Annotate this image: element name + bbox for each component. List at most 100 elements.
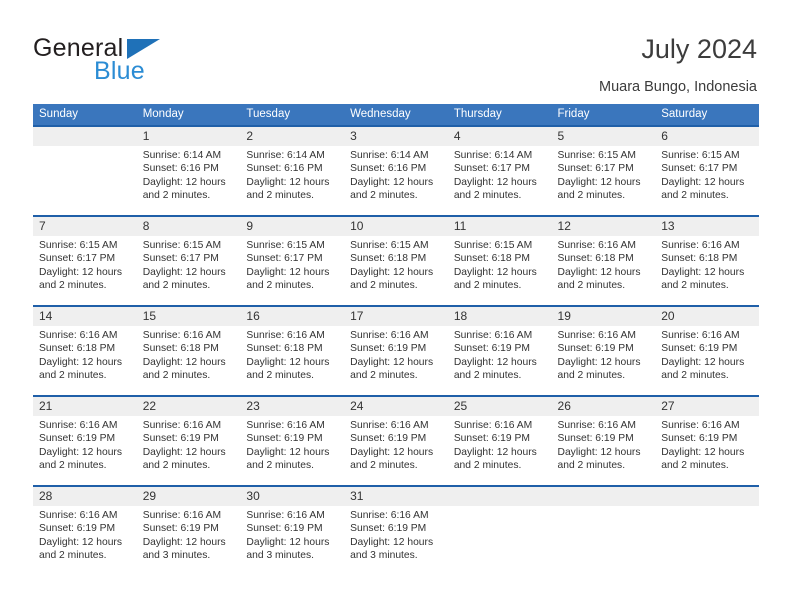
calendar-day-cell[interactable]: 30 Sunrise: 6:16 AM Sunset: 6:19 PM Dayligh… bbox=[240, 485, 345, 565]
sunset-time: Sunset: 6:16 PM bbox=[142, 163, 219, 175]
day-sun-info: Sunrise: 6:16 AM Sunset: 6:19 PM Daylight:… bbox=[137, 506, 241, 563]
sunrise-time: Sunrise: 6:16 AM bbox=[453, 330, 533, 341]
sunset-time: Sunset: 6:19 PM bbox=[350, 433, 427, 445]
calendar-page: General Blue July 2024 Muara Bungo, Indo… bbox=[0, 0, 792, 612]
calendar-body: 1 Sunrise: 6:14 AM Sunset: 6:16 PM Daylight… bbox=[33, 125, 759, 565]
calendar-day-cell[interactable]: 17 Sunrise: 6:16 AM Sunset: 6:19 PM Dayligh… bbox=[344, 305, 448, 396]
sunset-time: Sunset: 6:17 PM bbox=[39, 253, 116, 265]
weekday-header-thursday: Thursday bbox=[447, 104, 552, 126]
calendar-day-cell[interactable]: 8 Sunrise: 6:15 AM Sunset: 6:17 PM Daylight… bbox=[136, 215, 241, 306]
calendar-day-cell[interactable]: 21 Sunrise: 6:16 AM Sunset: 6:19 PM Dayligh… bbox=[33, 395, 137, 486]
calendar-day-cell[interactable]: 29 Sunrise: 6:16 AM Sunset: 6:19 PM Dayligh… bbox=[136, 485, 241, 565]
sunrise-time: Sunrise: 6:16 AM bbox=[661, 240, 740, 251]
sunrise-time: Sunrise: 6:16 AM bbox=[350, 330, 429, 341]
calendar-day-cell[interactable]: 2 Sunrise: 6:14 AM Sunset: 6:16 PM Daylight… bbox=[240, 125, 345, 216]
weekday-header-tuesday: Tuesday bbox=[240, 104, 345, 126]
daylight-duration-cont: and 2 minutes. bbox=[246, 190, 314, 202]
sunrise-time: Sunrise: 6:15 AM bbox=[661, 150, 740, 161]
day-sun-info: Sunrise: 6:16 AM Sunset: 6:19 PM Daylight:… bbox=[448, 416, 552, 473]
calendar-day-cell[interactable]: 18 Sunrise: 6:16 AM Sunset: 6:19 PM Dayligh… bbox=[447, 305, 552, 396]
day-sun-info: Sunrise: 6:16 AM Sunset: 6:18 PM Daylight:… bbox=[655, 236, 759, 293]
sunrise-time: Sunrise: 6:15 AM bbox=[350, 240, 429, 251]
sunset-time: Sunset: 6:19 PM bbox=[661, 433, 738, 445]
calendar-day-cell[interactable]: 3 Sunrise: 6:14 AM Sunset: 6:16 PM Daylight… bbox=[344, 125, 448, 216]
calendar-day-cell[interactable]: 31 Sunrise: 6:16 AM Sunset: 6:19 PM Dayligh… bbox=[344, 485, 448, 565]
daylight-duration-cont: and 2 minutes. bbox=[350, 460, 418, 472]
daylight-duration: Daylight: 12 hours bbox=[350, 266, 434, 278]
day-sun-info: Sunrise: 6:16 AM Sunset: 6:19 PM Daylight:… bbox=[552, 326, 656, 383]
daylight-duration: Daylight: 12 hours bbox=[557, 176, 641, 188]
day-number: 1 bbox=[136, 127, 241, 146]
calendar-day-cell[interactable]: 27 Sunrise: 6:16 AM Sunset: 6:19 PM Dayligh… bbox=[655, 395, 759, 486]
sunset-time: Sunset: 6:18 PM bbox=[453, 253, 530, 265]
calendar-day-cell[interactable]: 23 Sunrise: 6:16 AM Sunset: 6:19 PM Dayligh… bbox=[240, 395, 345, 486]
daylight-duration: Daylight: 12 hours bbox=[142, 356, 226, 368]
calendar-day-cell[interactable]: 6 Sunrise: 6:15 AM Sunset: 6:17 PM Daylight… bbox=[655, 125, 759, 216]
day-number: 7 bbox=[33, 217, 137, 236]
day-number: 12 bbox=[551, 217, 656, 236]
general-blue-logo[interactable]: General Blue bbox=[33, 36, 213, 92]
calendar-day-cell[interactable]: 15 Sunrise: 6:16 AM Sunset: 6:18 PM Dayligh… bbox=[136, 305, 241, 396]
calendar-day-cell[interactable]: 12 Sunrise: 6:16 AM Sunset: 6:18 PM Dayligh… bbox=[551, 215, 656, 306]
sunrise-time: Sunrise: 6:15 AM bbox=[453, 240, 533, 251]
calendar-day-cell[interactable]: 7 Sunrise: 6:15 AM Sunset: 6:17 PM Daylight… bbox=[33, 215, 137, 306]
calendar-day-cell[interactable]: 11 Sunrise: 6:15 AM Sunset: 6:18 PM Dayligh… bbox=[447, 215, 552, 306]
day-number: 25 bbox=[447, 397, 552, 416]
calendar-day-cell[interactable]: 9 Sunrise: 6:15 AM Sunset: 6:17 PM Daylight… bbox=[240, 215, 345, 306]
calendar-day-cell[interactable]: 20 Sunrise: 6:16 AM Sunset: 6:19 PM Dayligh… bbox=[655, 305, 759, 396]
sunrise-time: Sunrise: 6:16 AM bbox=[246, 330, 325, 341]
sunrise-time: Sunrise: 6:16 AM bbox=[453, 420, 533, 431]
calendar-day-cell[interactable]: 5 Sunrise: 6:15 AM Sunset: 6:17 PM Daylight… bbox=[551, 125, 656, 216]
daylight-duration: Daylight: 12 hours bbox=[246, 176, 330, 188]
day-number: 18 bbox=[447, 307, 552, 326]
daylight-duration-cont: and 2 minutes. bbox=[453, 370, 522, 382]
sunset-time: Sunset: 6:19 PM bbox=[142, 523, 219, 535]
day-sun-info: Sunrise: 6:15 AM Sunset: 6:17 PM Daylight:… bbox=[552, 146, 656, 203]
day-sun-info: Sunrise: 6:14 AM Sunset: 6:17 PM Daylight:… bbox=[448, 146, 552, 203]
day-sun-info: Sunrise: 6:16 AM Sunset: 6:19 PM Daylight:… bbox=[344, 416, 448, 473]
calendar-day-cell[interactable]: 28 Sunrise: 6:16 AM Sunset: 6:19 PM Dayligh… bbox=[33, 485, 137, 565]
calendar-day-cell[interactable]: 14 Sunrise: 6:16 AM Sunset: 6:18 PM Dayligh… bbox=[33, 305, 137, 396]
daylight-duration: Daylight: 12 hours bbox=[661, 176, 745, 188]
day-sun-info: Sunrise: 6:16 AM Sunset: 6:19 PM Daylight:… bbox=[344, 506, 448, 563]
sunset-time: Sunset: 6:19 PM bbox=[39, 433, 116, 445]
calendar-day-cell[interactable]: 24 Sunrise: 6:16 AM Sunset: 6:19 PM Dayligh… bbox=[344, 395, 448, 486]
calendar-day-cell[interactable]: 25 Sunrise: 6:16 AM Sunset: 6:19 PM Dayligh… bbox=[447, 395, 552, 486]
calendar-day-cell[interactable]: 1 Sunrise: 6:14 AM Sunset: 6:16 PM Daylight… bbox=[136, 125, 241, 216]
calendar-day-cell[interactable]: 22 Sunrise: 6:16 AM Sunset: 6:19 PM Dayligh… bbox=[136, 395, 241, 486]
calendar-day-cell[interactable]: 26 Sunrise: 6:16 AM Sunset: 6:19 PM Dayligh… bbox=[551, 395, 656, 486]
calendar-day-cell-empty bbox=[655, 485, 759, 565]
calendar-day-cell[interactable]: 19 Sunrise: 6:16 AM Sunset: 6:19 PM Dayligh… bbox=[551, 305, 656, 396]
day-number bbox=[551, 487, 656, 506]
daylight-duration-cont: and 2 minutes. bbox=[39, 370, 107, 382]
sunrise-time: Sunrise: 6:15 AM bbox=[39, 240, 118, 251]
logo-text-blue: Blue bbox=[94, 57, 145, 85]
day-number: 27 bbox=[655, 397, 759, 416]
sunrise-time: Sunrise: 6:16 AM bbox=[246, 510, 325, 521]
calendar-day-cell[interactable]: 4 Sunrise: 6:14 AM Sunset: 6:17 PM Daylight… bbox=[447, 125, 552, 216]
day-sun-info: Sunrise: 6:16 AM Sunset: 6:18 PM Daylight:… bbox=[552, 236, 656, 293]
daylight-duration: Daylight: 12 hours bbox=[453, 266, 537, 278]
daylight-duration-cont: and 2 minutes. bbox=[246, 280, 314, 292]
day-number: 13 bbox=[655, 217, 759, 236]
sunset-time: Sunset: 6:18 PM bbox=[661, 253, 738, 265]
sunrise-time: Sunrise: 6:14 AM bbox=[350, 150, 429, 161]
calendar-day-cell[interactable]: 13 Sunrise: 6:16 AM Sunset: 6:18 PM Dayligh… bbox=[655, 215, 759, 306]
day-sun-info: Sunrise: 6:16 AM Sunset: 6:18 PM Daylight:… bbox=[137, 326, 241, 383]
daylight-duration: Daylight: 12 hours bbox=[557, 356, 641, 368]
sunrise-time: Sunrise: 6:16 AM bbox=[557, 420, 636, 431]
sunrise-time: Sunrise: 6:16 AM bbox=[350, 510, 429, 521]
sunset-time: Sunset: 6:19 PM bbox=[453, 343, 530, 355]
calendar-day-cell[interactable]: 10 Sunrise: 6:15 AM Sunset: 6:18 PM Dayligh… bbox=[344, 215, 448, 306]
calendar-day-cell[interactable]: 16 Sunrise: 6:16 AM Sunset: 6:18 PM Dayligh… bbox=[240, 305, 345, 396]
sunrise-time: Sunrise: 6:16 AM bbox=[39, 420, 118, 431]
daylight-duration-cont: and 2 minutes. bbox=[661, 190, 729, 202]
daylight-duration: Daylight: 12 hours bbox=[350, 176, 434, 188]
day-sun-info: Sunrise: 6:16 AM Sunset: 6:19 PM Daylight:… bbox=[33, 416, 137, 473]
daylight-duration: Daylight: 12 hours bbox=[453, 446, 537, 458]
daylight-duration: Daylight: 12 hours bbox=[661, 446, 745, 458]
sunset-time: Sunset: 6:19 PM bbox=[557, 343, 634, 355]
calendar-week-row: 1 Sunrise: 6:14 AM Sunset: 6:16 PM Daylight… bbox=[33, 125, 759, 216]
day-sun-info: Sunrise: 6:16 AM Sunset: 6:18 PM Daylight:… bbox=[240, 326, 344, 383]
daylight-duration: Daylight: 12 hours bbox=[246, 536, 330, 548]
